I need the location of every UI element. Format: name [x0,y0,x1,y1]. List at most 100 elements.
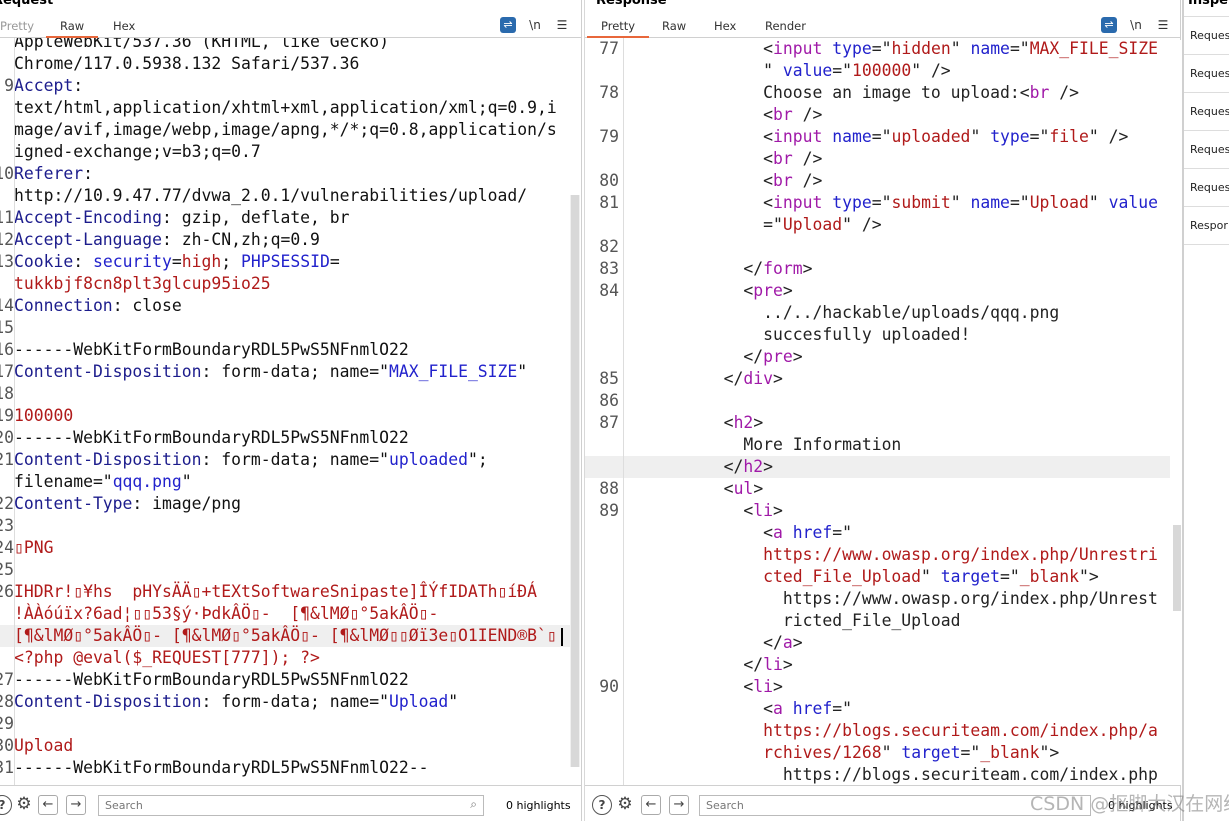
tab-pretty[interactable]: Pretty [0,19,34,33]
token: </ [625,369,744,388]
token: =" [960,743,981,762]
token: http://10.9.47.77/dvwa_2.0.1/vulnerabili… [14,186,528,205]
help-icon[interactable]: ? [592,795,612,815]
back-arrow-icon[interactable]: ← [38,795,58,815]
newline-icon[interactable]: \n [527,17,543,33]
tab-render[interactable]: Render [765,19,806,33]
code-line: 22Content-Type: image/png [0,493,571,515]
inspector-item[interactable]: Reques [1190,181,1229,194]
token: igned-exchange;v=b3;q=0.7 [14,142,261,161]
code-line: 29 [0,713,571,735]
tab-raw[interactable]: Raw [662,19,686,33]
token: Accept [14,76,74,95]
line-text: ------WebKitFormBoundaryRDL5PwS5NFnmlO22 [14,339,409,361]
line-text: Choose an image to upload:<br /> [625,82,1079,104]
token: MAX_FILE_SIZE [389,362,518,381]
token: h2 [733,413,754,432]
line-text: Accept-Language: zh-CN,zh;q=0.9 [14,229,320,251]
inspector-item[interactable]: Reques [1190,29,1229,42]
tab-pretty[interactable]: Pretty [586,19,650,38]
line-number: 11 [0,208,14,227]
menu-icon[interactable]: ☰ [1155,17,1171,33]
request-editor[interactable]: AppleWebKit/537.36 (KHTML, like Gecko) Ch… [0,38,571,785]
token: succesfully uploaded! [625,325,971,344]
inspector-item[interactable]: Respor [1190,219,1228,232]
code-line: 79 <input name="uploaded" type="file" /> [585,126,1170,148]
token: > [782,281,793,300]
line-number: 84 [599,281,619,300]
gear-icon[interactable]: ⚙ [14,795,34,815]
code-line: </h2> [585,456,1170,478]
code-line: cted_File_Upload" target="_blank"> [585,566,1170,588]
line-number: 81 [599,193,619,212]
token: "> [1039,743,1060,762]
token: < [625,413,734,432]
token: < [625,677,754,696]
wrap-icon[interactable]: ⇌ [500,17,516,33]
line-text: <ul> [625,478,764,500]
token: > [773,677,783,696]
token: Content-Type [14,494,133,513]
gear-icon[interactable]: ⚙ [615,795,635,815]
code-line: 14Connection: close [0,295,571,317]
line-number: 23 [0,516,14,535]
request-scrollbar[interactable] [570,195,580,767]
token: =" [871,39,892,58]
token: < [625,39,774,58]
line-number: 21 [0,450,14,469]
code-line: 84 <pre> [585,280,1170,302]
forward-arrow-icon[interactable]: → [669,795,689,815]
wrap-icon[interactable]: ⇌ [1101,17,1117,33]
code-line: 87 <h2> [585,412,1170,434]
menu-icon[interactable]: ☰ [554,17,570,33]
inspector-item[interactable]: Reques [1190,143,1229,156]
tab-raw[interactable]: Raw [45,19,99,38]
inspector-item[interactable]: Reques [1190,67,1229,80]
token: security [92,252,172,271]
response-editor[interactable]: 77 <input type="hidden" name="MAX_FILE_S… [585,38,1170,785]
code-line: 19100000 [0,405,571,427]
token: [¶&lMØ▯°5akÂÖ▯- [¶&lMØ▯°5akÂÖ▯- [¶&lMØ▯▯… [14,626,557,645]
code-line: 89 <li> [585,500,1170,522]
token: " [921,567,941,586]
back-arrow-icon[interactable]: ← [641,795,661,815]
token: Content-Disposition [14,450,202,469]
token: type [990,127,1030,146]
token: </ [625,259,764,278]
token: </ [625,633,783,652]
newline-icon[interactable]: \n [1128,17,1144,33]
line-number: 82 [599,237,619,256]
search-input[interactable]: Search ⌕ [98,795,484,816]
code-line: " value="100000" /> [585,60,1170,82]
response-tabs: Pretty Raw Hex Render ⇌ \n ☰ [585,14,1180,38]
token: " [448,692,459,711]
token: =" [832,61,852,80]
token: " /> [842,215,882,234]
token: " [970,127,991,146]
token: < [625,281,754,300]
response-scrollbar[interactable] [1172,40,1182,785]
help-icon[interactable]: ? [0,795,12,815]
inspector-item[interactable]: Reques [1190,105,1229,118]
tab-hex[interactable]: Hex [113,19,135,33]
token: : form-data; name=" [201,362,390,381]
token: : [73,76,84,95]
token: AppleWebKit/537.36 (KHTML, like Gecko) [14,38,389,51]
token: file [1049,127,1089,146]
tab-hex[interactable]: Hex [714,19,736,33]
line-number: 80 [599,171,619,190]
line-text: igned-exchange;v=b3;q=0.7 [14,141,261,163]
line-number: 85 [599,369,619,388]
line-text: Chrome/117.0.5938.132 Safari/537.36 [14,53,359,75]
token: " [881,743,902,762]
token: > [773,369,783,388]
token: Referer [14,164,84,183]
forward-arrow-icon[interactable]: → [66,795,86,815]
token: name [970,193,1010,212]
inspector-panel: Inspe Reques Reques Reques Reques Reques… [1182,0,1229,821]
highlight-count: 0 highlights [506,799,571,812]
token: input [773,193,823,212]
token: ------WebKitFormBoundaryRDL5PwS5NFnmlO22… [14,758,429,777]
gutter-divider [623,38,624,785]
